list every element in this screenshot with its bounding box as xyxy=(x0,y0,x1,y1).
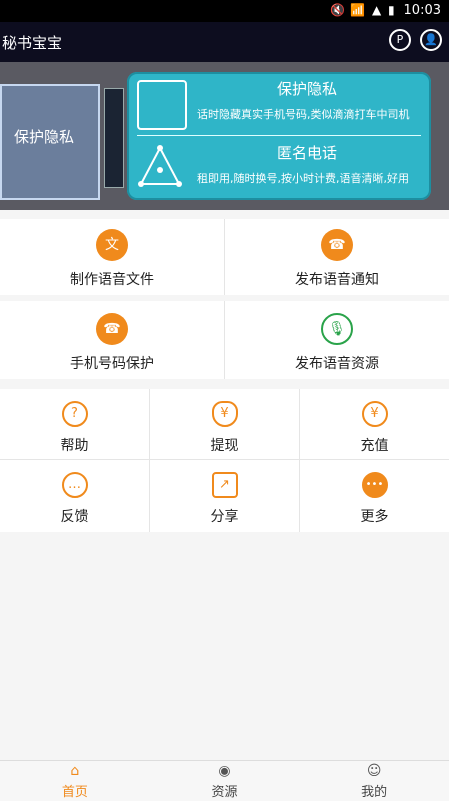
help-icon: ? xyxy=(61,401,88,427)
main-grid-row-2: ☎ 手机号码保护 🎙 发布语音资源 xyxy=(0,301,449,379)
banner-panel-graphic xyxy=(104,88,124,188)
voice-file-label: 制作语音文件 xyxy=(70,272,154,288)
bottom-tab-bar: ⌂ 首页 ◉ 资源 ☺ 我的 xyxy=(0,760,449,801)
banner-item-privacy: 保护隐私 话时隐藏真实手机号码,类似滴滴打车中司机 xyxy=(127,72,431,132)
tab-home[interactable]: ⌂ 首页 xyxy=(0,761,150,801)
share-icon: ↗ xyxy=(211,472,238,498)
tab-resource-label: 资源 xyxy=(211,785,238,800)
voice-notice-icon: ☎ xyxy=(321,229,353,261)
mute-icon: 🔇 xyxy=(330,3,345,17)
help-button[interactable]: ? 帮助 xyxy=(0,389,149,459)
profile-icon: ☺ xyxy=(366,763,382,779)
resource-icon: ◉ xyxy=(218,763,231,779)
message-icon[interactable]: P xyxy=(389,29,411,51)
banner-item-anon-call: 匿名电话 租即用,随时换号,按小时计费,语音清晰,好用 xyxy=(127,136,431,196)
tab-profile-label: 我的 xyxy=(361,785,388,800)
app-title: 秘书宝宝 xyxy=(2,34,63,52)
voice-notice-button[interactable]: ☎ 发布语音通知 xyxy=(224,219,449,295)
mic-icon: 🎙 xyxy=(321,313,353,345)
feedback-icon: … xyxy=(61,472,88,498)
banner-cube-text: 保护隐私 xyxy=(14,128,75,146)
banner-carousel[interactable]: 保护隐私 保护隐私 话时隐藏真实手机号码,类似滴滴打车中司机 匿名电话 租即用,… xyxy=(0,62,449,210)
banner-item-title: 匿名电话 xyxy=(277,144,338,162)
equalizer-icon xyxy=(137,80,187,130)
voice-file-icon: 文 xyxy=(96,229,128,261)
status-time: 10:03 xyxy=(403,3,441,18)
banner-item-title: 保护隐私 xyxy=(277,80,338,98)
signal-icon: ▲ xyxy=(372,3,382,17)
phone-protect-label: 手机号码保护 xyxy=(70,356,154,372)
more-icon: ••• xyxy=(361,472,388,498)
network-triangle-icon xyxy=(137,144,183,190)
help-label: 帮助 xyxy=(60,438,89,454)
account-icon[interactable]: 👤 xyxy=(420,29,442,51)
small-grid-row-2: … 反馈 ↗ 分享 ••• 更多 xyxy=(0,460,449,532)
feedback-button[interactable]: … 反馈 xyxy=(0,460,149,532)
withdraw-icon: ¥ xyxy=(211,401,238,427)
app-bar: 秘书宝宝 P 👤 xyxy=(0,22,449,62)
withdraw-button[interactable]: ¥ 提现 xyxy=(149,389,299,459)
recharge-label: 充值 xyxy=(360,438,389,454)
more-button[interactable]: ••• 更多 xyxy=(299,460,449,532)
status-bar: 🔇 📶 ▲ ▮ 10:03 xyxy=(0,0,449,22)
main-grid-row-1: 文 制作语音文件 ☎ 发布语音通知 xyxy=(0,219,449,295)
small-grid-row-1: ? 帮助 ¥ 提现 ¥ 充值 xyxy=(0,389,449,460)
phone-protect-icon: ☎ xyxy=(96,313,128,345)
voice-resource-button[interactable]: 🎙 发布语音资源 xyxy=(224,301,449,379)
voice-notice-label: 发布语音通知 xyxy=(295,272,379,288)
banner-item-subtitle: 租即用,随时换号,按小时计费,语音清晰,好用 xyxy=(197,172,409,185)
home-icon: ⌂ xyxy=(70,763,80,779)
feedback-label: 反馈 xyxy=(60,509,89,525)
more-label: 更多 xyxy=(360,509,389,525)
phone-protect-button[interactable]: ☎ 手机号码保护 xyxy=(0,301,224,379)
tab-home-label: 首页 xyxy=(61,785,88,800)
battery-icon: ▮ xyxy=(388,3,395,17)
banner-cube-graphic: 保护隐私 xyxy=(0,84,100,200)
banner-card: 保护隐私 话时隐藏真实手机号码,类似滴滴打车中司机 匿名电话 租即用,随时换号,… xyxy=(127,72,431,200)
withdraw-label: 提现 xyxy=(210,438,239,454)
share-label: 分享 xyxy=(210,509,239,525)
voice-resource-label: 发布语音资源 xyxy=(295,356,379,372)
share-button[interactable]: ↗ 分享 xyxy=(149,460,299,532)
wifi-icon: 📶 xyxy=(350,3,365,17)
recharge-icon: ¥ xyxy=(361,401,388,427)
recharge-button[interactable]: ¥ 充值 xyxy=(299,389,449,459)
tab-profile[interactable]: ☺ 我的 xyxy=(299,761,449,801)
voice-file-button[interactable]: 文 制作语音文件 xyxy=(0,219,224,295)
banner-item-subtitle: 话时隐藏真实手机号码,类似滴滴打车中司机 xyxy=(197,108,410,121)
tab-resource[interactable]: ◉ 资源 xyxy=(150,761,300,801)
